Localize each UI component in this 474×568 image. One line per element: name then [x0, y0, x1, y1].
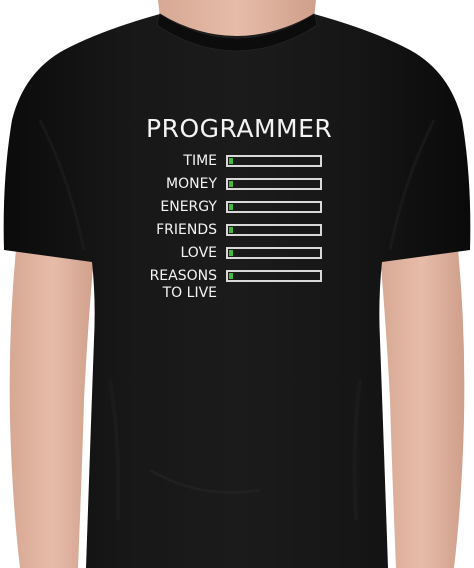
- meter-label: FRIENDS: [156, 222, 217, 238]
- meter-fill: [229, 158, 233, 164]
- meter-bar: [226, 201, 322, 213]
- meter-fill: [229, 273, 233, 279]
- meter-bar: [226, 178, 322, 190]
- product-photo: PROGRAMMER TIME MONEY ENERGY FRIENDS LOV…: [0, 0, 474, 568]
- meter-bar: [226, 247, 322, 259]
- meter-reasons-to-live: REASONS TO LIVE: [120, 267, 325, 301]
- meter-bar: [226, 270, 322, 282]
- meter-label: MONEY: [166, 176, 217, 192]
- meter-label: LOVE: [180, 245, 218, 261]
- meter-label: ENERGY: [160, 199, 217, 215]
- shirt-print: PROGRAMMER TIME MONEY ENERGY FRIENDS LOV…: [120, 110, 360, 310]
- meter-bar: [226, 155, 322, 167]
- meter-love: LOVE: [120, 244, 325, 264]
- meter-time: TIME: [120, 152, 325, 172]
- meter-bar: [226, 224, 322, 236]
- meter-fill: [229, 250, 233, 256]
- meter-fill: [229, 227, 233, 233]
- meter-fill: [229, 204, 233, 210]
- meter-money: MONEY: [120, 175, 325, 195]
- meter-label: TIME: [183, 153, 217, 169]
- left-arm: [9, 230, 97, 568]
- meter-fill: [229, 181, 233, 187]
- meter-energy: ENERGY: [120, 198, 325, 218]
- right-arm: [378, 230, 465, 568]
- print-title: PROGRAMMER: [146, 114, 333, 143]
- meter-friends: FRIENDS: [120, 221, 325, 241]
- meter-label: REASONS TO LIVE: [149, 268, 217, 301]
